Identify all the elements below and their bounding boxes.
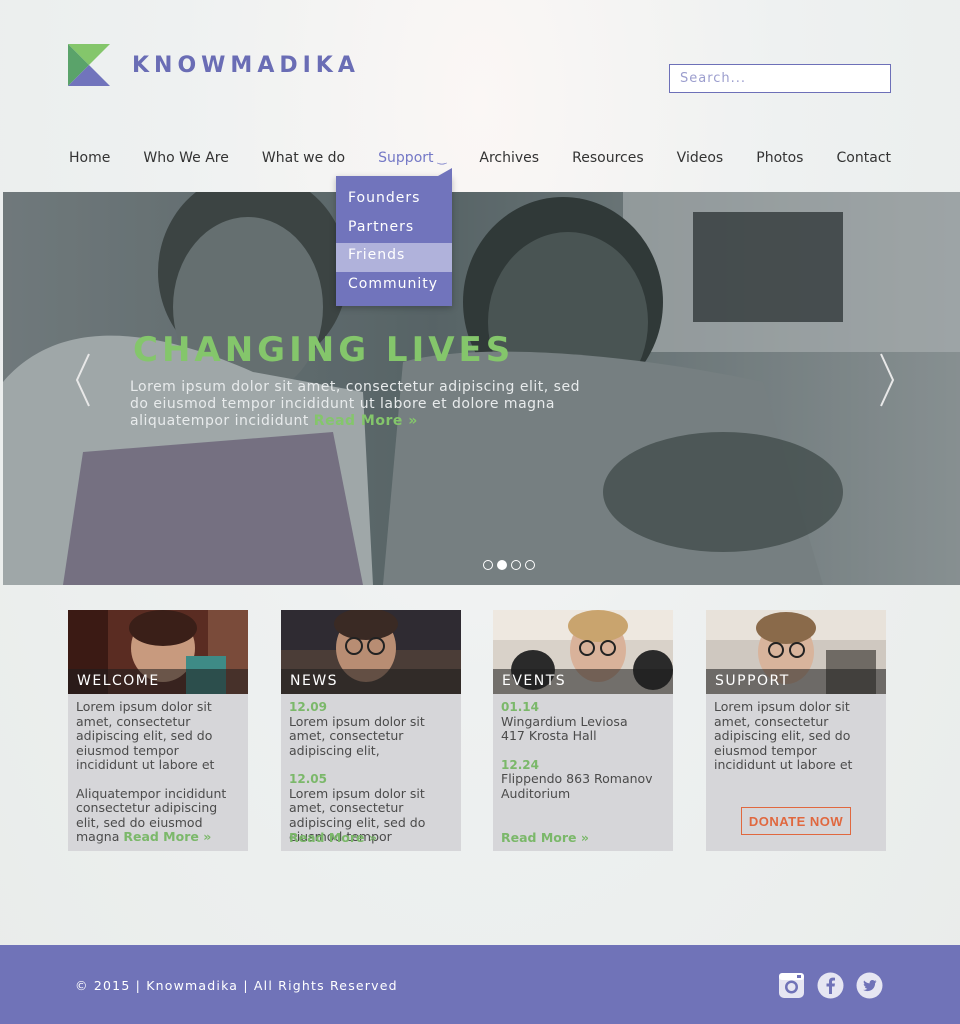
nav-videos[interactable]: Videos: [677, 150, 724, 166]
news-card-label: NEWS: [281, 669, 461, 694]
welcome-card-body: Lorem ipsum dolor sit amet, consectetur …: [68, 694, 248, 845]
carousel-dots: [483, 560, 535, 570]
welcome-paragraph: Lorem ipsum dolor sit amet, consectetur …: [76, 699, 215, 772]
hero-carousel: CHANGING LIVES Lorem ipsum dolor sit ame…: [3, 192, 960, 585]
support-card-label: SUPPORT: [706, 669, 886, 694]
copyright-text: © 2015 | Knowmadika | All Rights Reserve…: [75, 978, 398, 993]
support-dropdown-menu: Founders Partners Friends Community: [336, 168, 452, 306]
logo-mark-icon: [68, 44, 110, 86]
hero-read-more-link[interactable]: Read More »: [314, 413, 418, 429]
twitter-icon[interactable]: [856, 972, 883, 999]
dropdown-item-friends[interactable]: Friends: [336, 243, 452, 272]
news-date: 12.09: [289, 700, 327, 714]
nav-what-we-do[interactable]: What we do: [262, 150, 345, 166]
carousel-next-arrow-icon[interactable]: [877, 352, 897, 408]
nav-contact[interactable]: Contact: [837, 150, 891, 166]
logo[interactable]: KNOWMADIKA: [68, 44, 360, 86]
hero-text: Lorem ipsum dolor sit amet, consectetur …: [130, 379, 600, 430]
support-card-image: SUPPORT: [706, 610, 886, 694]
event-date: 12.24: [501, 757, 539, 772]
hero-title: CHANGING LIVES: [133, 330, 515, 370]
facebook-icon[interactable]: [817, 972, 844, 999]
carousel-dot-active[interactable]: [497, 560, 507, 570]
nav-photos[interactable]: Photos: [756, 150, 803, 166]
support-paragraph: Lorem ipsum dolor sit amet, consectetur …: [714, 699, 853, 772]
events-card: EVENTS 01.14 Wingardium Leviosa 417 Kros…: [493, 610, 673, 851]
dropdown-item-partners[interactable]: Partners: [336, 215, 452, 244]
nav-who-we-are[interactable]: Who We Are: [143, 150, 228, 166]
dropdown-item-founders[interactable]: Founders: [336, 186, 452, 215]
carousel-dot[interactable]: [511, 560, 521, 570]
events-card-label: EVENTS: [493, 669, 673, 694]
news-card-body: 12.09 Lorem ipsum dolor sit amet, consec…: [281, 694, 461, 845]
nav-support[interactable]: Support ‿: [378, 150, 446, 166]
carousel-dot[interactable]: [525, 560, 535, 570]
news-card-image: NEWS: [281, 610, 461, 694]
nav-support-label: Support: [378, 150, 434, 166]
event-date: 01.14: [501, 700, 539, 714]
welcome-card-label: WELCOME: [68, 669, 248, 694]
events-card-image: EVENTS: [493, 610, 673, 694]
event-text: Flippendo 863 Romanov Auditorium: [501, 771, 653, 801]
nav-archives[interactable]: Archives: [479, 150, 539, 166]
brand-name: KNOWMADIKA: [132, 52, 360, 78]
news-read-more-link[interactable]: Read More »: [289, 830, 377, 845]
welcome-card-image: WELCOME: [68, 610, 248, 694]
donate-now-button[interactable]: DONATE NOW: [741, 807, 851, 835]
nav-resources[interactable]: Resources: [572, 150, 644, 166]
search-input[interactable]: [669, 64, 891, 93]
carousel-dot[interactable]: [483, 560, 493, 570]
support-card-body: Lorem ipsum dolor sit amet, consectetur …: [706, 694, 886, 773]
news-text: Lorem ipsum dolor sit amet, consectetur …: [289, 713, 425, 758]
events-read-more-link[interactable]: Read More »: [501, 830, 589, 845]
nav-home[interactable]: Home: [69, 150, 110, 166]
welcome-card: WELCOME Lorem ipsum dolor sit amet, cons…: [68, 610, 248, 851]
instagram-icon[interactable]: [778, 972, 805, 999]
welcome-read-more-link[interactable]: Read More »: [123, 829, 211, 844]
news-card: NEWS 12.09 Lorem ipsum dolor sit amet, c…: [281, 610, 461, 851]
carousel-prev-arrow-icon[interactable]: [73, 352, 93, 408]
dropdown-item-community[interactable]: Community: [336, 272, 452, 301]
news-date: 12.05: [289, 772, 327, 786]
support-card: SUPPORT Lorem ipsum dolor sit amet, cons…: [706, 610, 886, 851]
footer: © 2015 | Knowmadika | All Rights Reserve…: [0, 945, 960, 1024]
main-nav: Home Who We Are What we do Support ‿ Arch…: [69, 150, 891, 166]
chevron-down-icon: ‿: [437, 152, 447, 165]
events-card-body: 01.14 Wingardium Leviosa 417 Krosta Hall…: [493, 694, 673, 801]
event-text: Wingardium Leviosa 417 Krosta Hall: [501, 713, 628, 743]
